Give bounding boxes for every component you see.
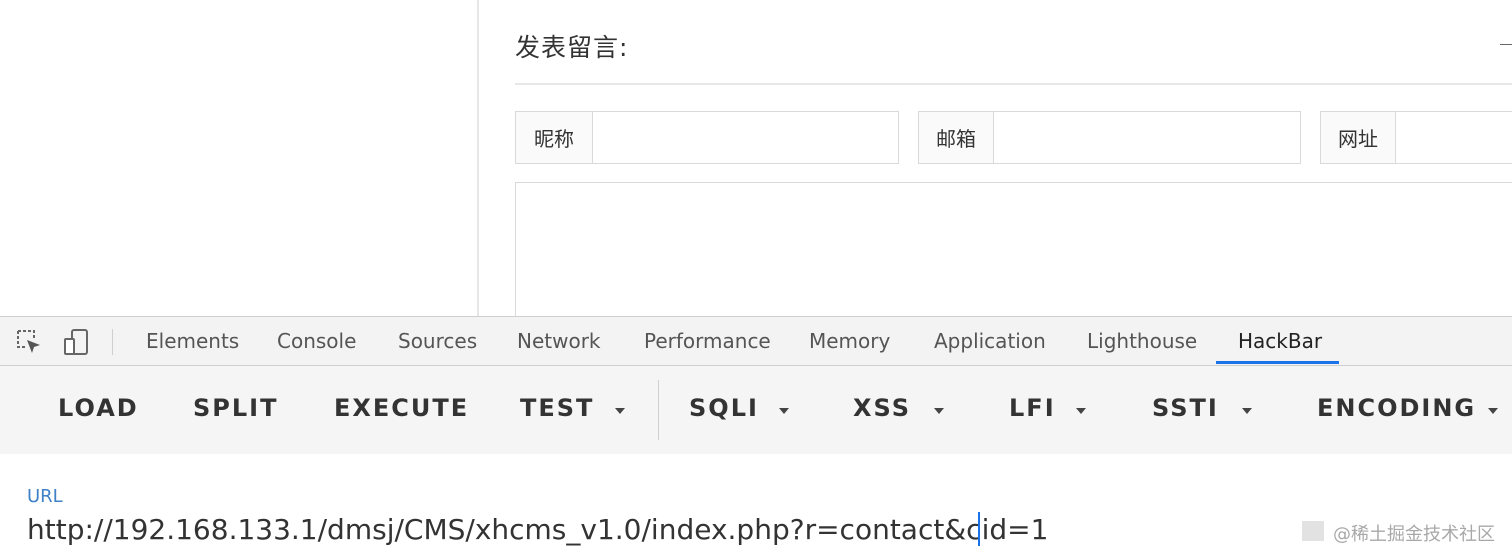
- email-field: 邮箱: [918, 111, 1301, 164]
- form-title: 发表留言:: [515, 33, 629, 62]
- lfi-button[interactable]: LFI: [1009, 394, 1056, 422]
- text-cursor: [978, 512, 980, 546]
- email-label: 邮箱: [918, 111, 994, 164]
- test-dropdown-icon[interactable]: [615, 408, 625, 414]
- tab-memory[interactable]: Memory: [809, 329, 890, 353]
- tab-elements[interactable]: Elements: [146, 329, 239, 353]
- tab-lighthouse[interactable]: Lighthouse: [1087, 329, 1197, 353]
- lfi-dropdown-icon[interactable]: [1076, 408, 1086, 414]
- load-button[interactable]: LOAD: [58, 394, 139, 422]
- tab-hackbar[interactable]: HackBar: [1238, 329, 1322, 353]
- watermark-logo: [1302, 521, 1324, 541]
- website-input[interactable]: [1396, 111, 1512, 164]
- xss-button[interactable]: XSS: [853, 394, 911, 422]
- split-button[interactable]: SPLIT: [193, 394, 278, 422]
- collapse-icon: [1500, 44, 1512, 45]
- test-button[interactable]: TEST: [520, 394, 594, 422]
- web-page: 发表留言: 昵称 邮箱 网址: [0, 0, 1512, 316]
- tab-performance[interactable]: Performance: [644, 329, 771, 353]
- sqli-button[interactable]: SQLI: [689, 394, 759, 422]
- tab-sources[interactable]: Sources: [398, 329, 477, 353]
- email-input[interactable]: [994, 111, 1301, 164]
- url-input[interactable]: http://192.168.133.1/dmsj/CMS/xhcms_v1.0…: [27, 513, 1048, 546]
- devtools-tab-bar: Elements Console Sources Network Perform…: [0, 316, 1512, 366]
- toolbar-separator: [658, 380, 659, 440]
- ssti-dropdown-icon[interactable]: [1242, 408, 1252, 414]
- column-divider: [477, 0, 479, 316]
- title-divider: [515, 83, 1512, 85]
- tab-application[interactable]: Application: [934, 329, 1046, 353]
- message-textarea[interactable]: [515, 182, 1512, 316]
- device-toolbar-icon[interactable]: [62, 327, 92, 357]
- website-label: 网址: [1320, 111, 1396, 164]
- watermark: @稀土掘金技术社区: [1333, 524, 1495, 545]
- xss-dropdown-icon[interactable]: [934, 408, 944, 414]
- active-tab-indicator: [1216, 361, 1339, 364]
- tab-network[interactable]: Network: [517, 329, 601, 353]
- sqli-dropdown-icon[interactable]: [779, 408, 789, 414]
- nickname-input[interactable]: [593, 111, 899, 164]
- url-label: URL: [27, 486, 63, 507]
- hackbar-toolbar: LOAD SPLIT EXECUTE TEST SQLI XSS LFI SST…: [0, 366, 1512, 454]
- ssti-button[interactable]: SSTI: [1152, 394, 1219, 422]
- toolbar-separator: [112, 329, 113, 355]
- inspect-element-icon[interactable]: [14, 327, 44, 357]
- execute-button[interactable]: EXECUTE: [334, 394, 469, 422]
- tab-console[interactable]: Console: [277, 329, 356, 353]
- website-field: 网址: [1320, 111, 1512, 164]
- encoding-dropdown-icon[interactable]: [1488, 408, 1498, 414]
- nickname-label: 昵称: [515, 111, 593, 164]
- nickname-field: 昵称: [515, 111, 899, 164]
- encoding-button[interactable]: ENCODING: [1317, 394, 1476, 422]
